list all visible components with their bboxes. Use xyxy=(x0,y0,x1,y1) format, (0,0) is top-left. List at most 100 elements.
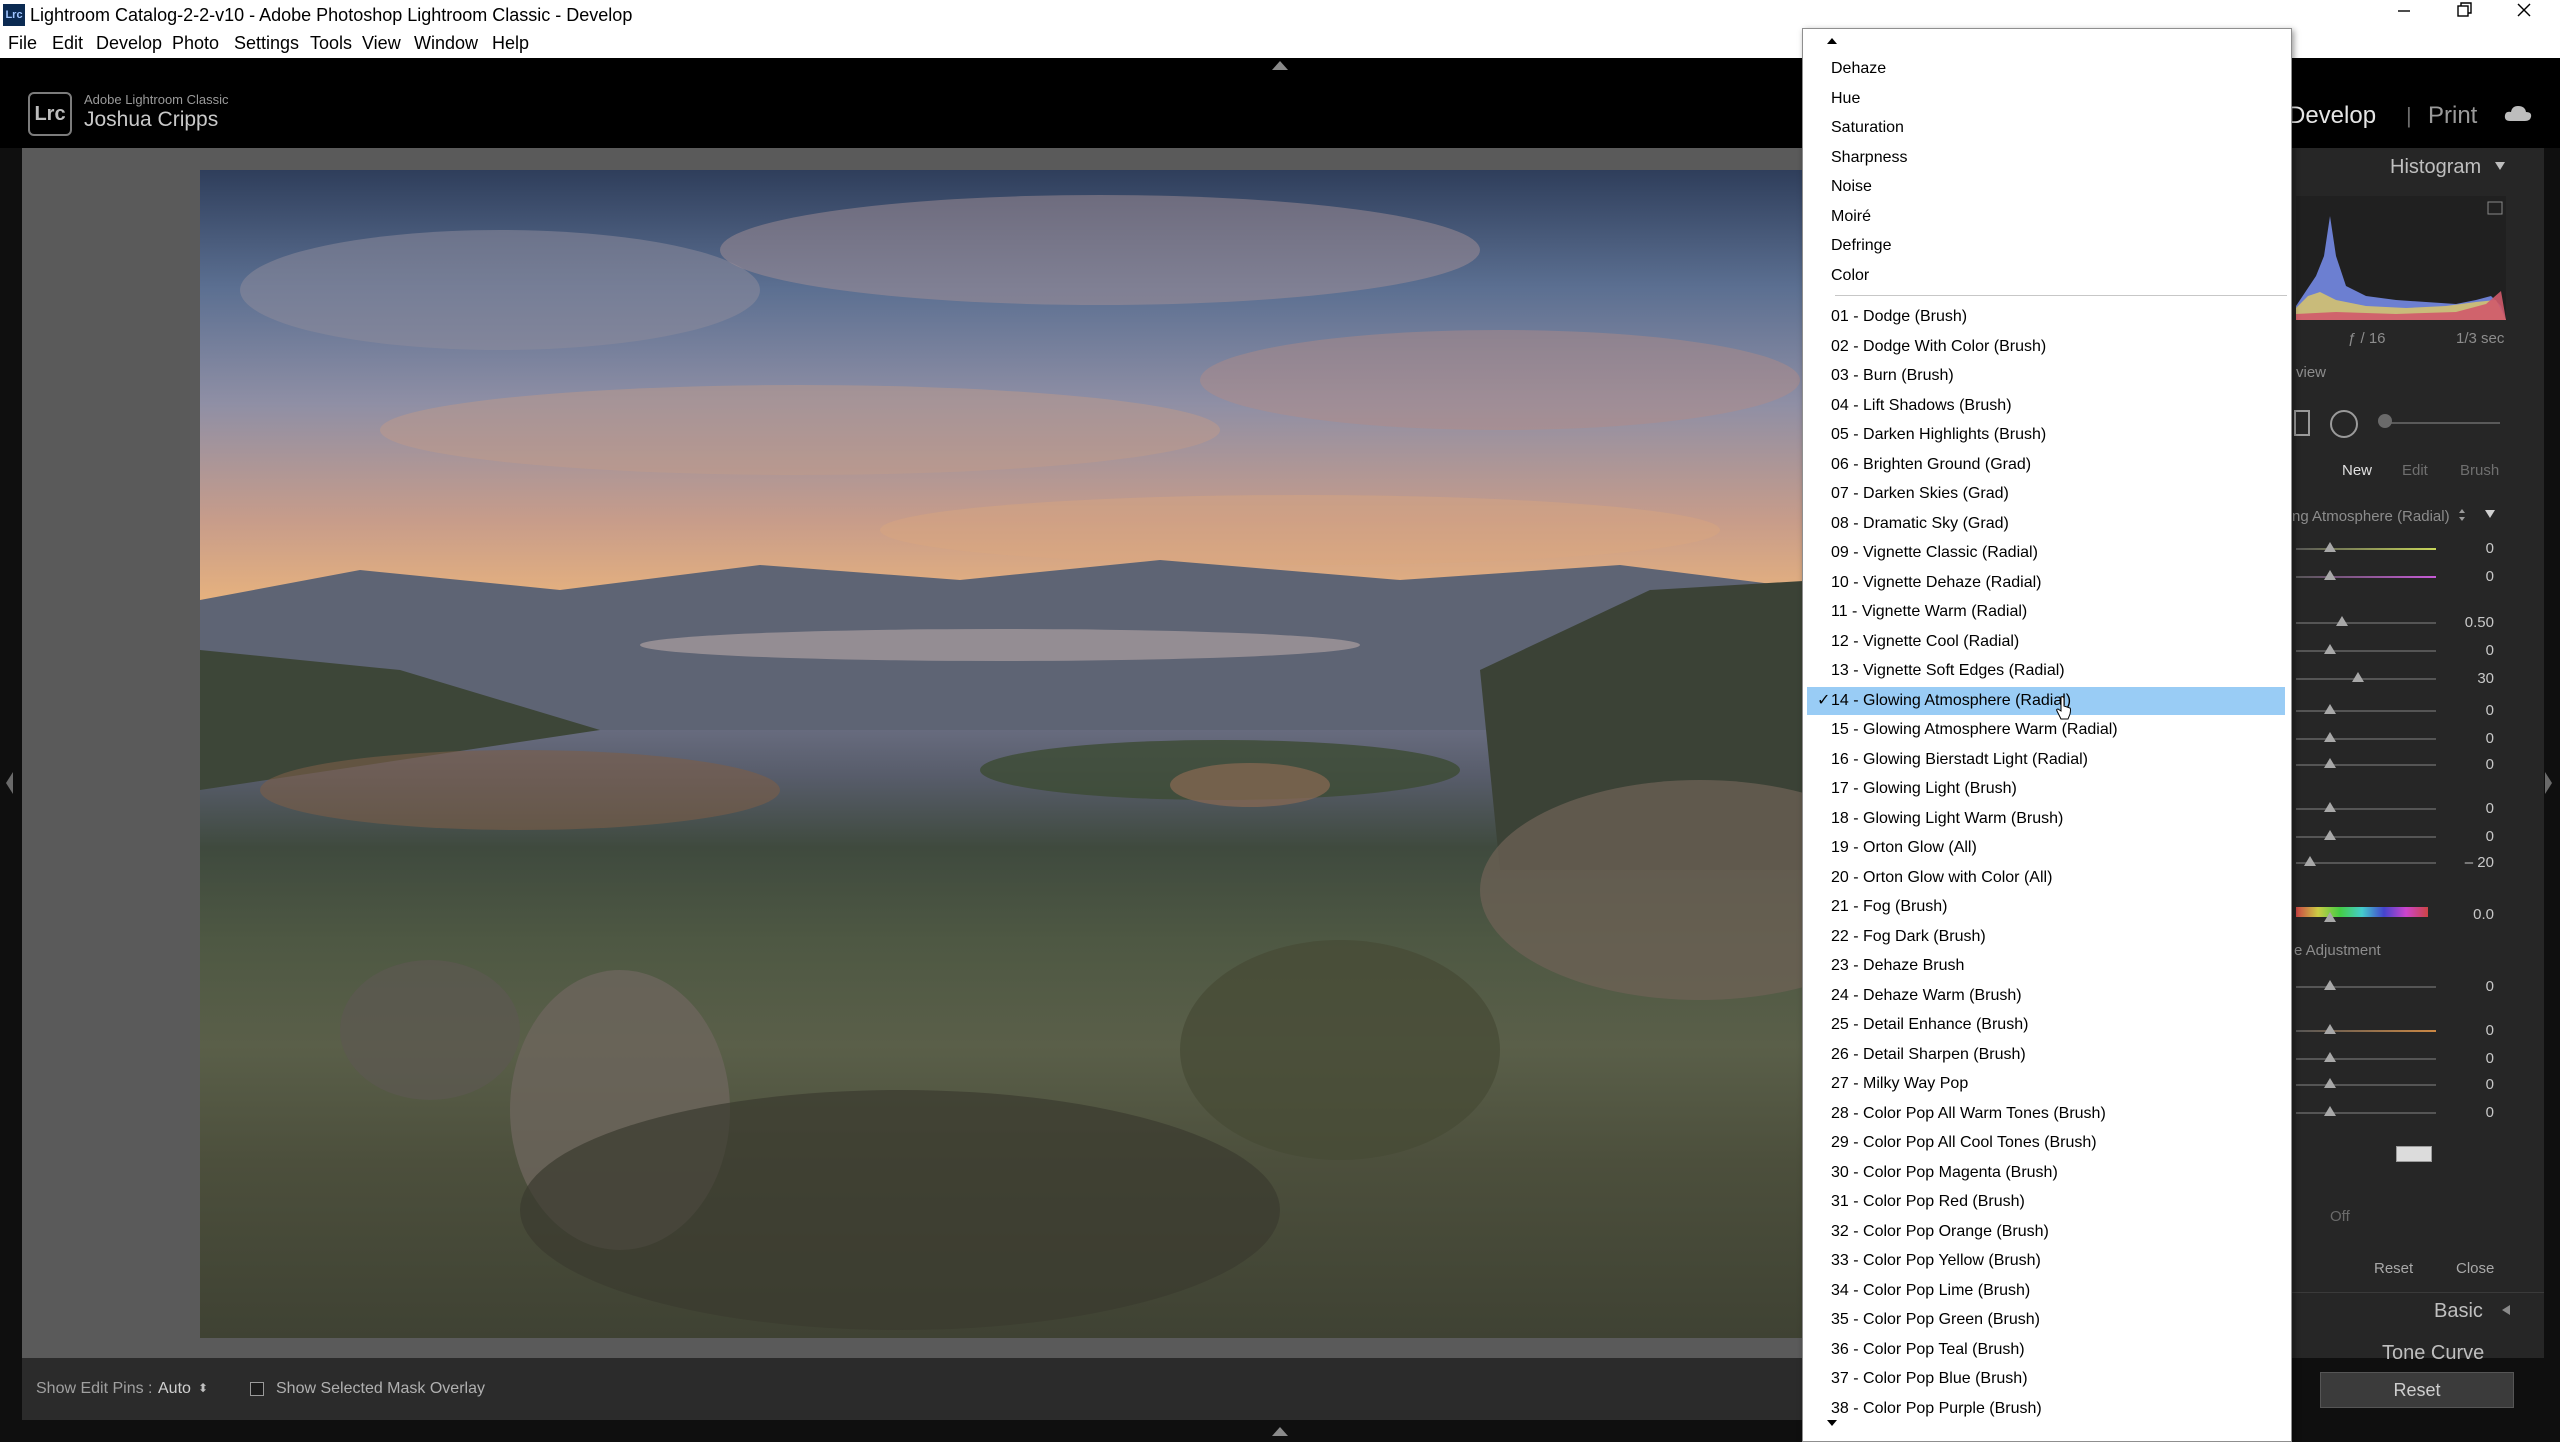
basic-expand-icon[interactable] xyxy=(2500,1304,2512,1316)
hue-slider-track[interactable] xyxy=(2296,907,2428,917)
effect-preset-fragment[interactable]: ng Atmosphere (Radial) xyxy=(2292,508,2450,525)
dropdown-preset-item[interactable]: 34 - Color Pop Lime (Brush) xyxy=(1807,1277,2285,1305)
histogram-title[interactable]: Histogram xyxy=(2390,156,2481,179)
slider-thumb[interactable] xyxy=(2324,1024,2336,1034)
radial-mask-icon[interactable] xyxy=(2330,410,2358,438)
histogram-collapse-icon[interactable] xyxy=(2494,160,2506,172)
slider-track-tint[interactable] xyxy=(2296,576,2436,578)
dropdown-preset-item[interactable]: 01 - Dodge (Brush) xyxy=(1807,303,2285,331)
dropdown-preset-item[interactable]: 12 - Vignette Cool (Radial) xyxy=(1807,628,2285,656)
reset-button[interactable]: Reset xyxy=(2320,1372,2514,1408)
dropdown-preset-item[interactable]: 21 - Fog (Brush) xyxy=(1807,893,2285,921)
tone-curve-panel-header[interactable]: Tone Curve xyxy=(2382,1342,2484,1365)
slider-track[interactable] xyxy=(2296,738,2436,740)
dropdown-preset-item[interactable]: 32 - Color Pop Orange (Brush) xyxy=(1807,1218,2285,1246)
mask-square-icon[interactable] xyxy=(2294,410,2310,436)
slider-track-temp[interactable] xyxy=(2296,548,2436,550)
slider-thumb[interactable] xyxy=(2324,802,2336,812)
dropdown-preset-item[interactable]: 03 - Burn (Brush) xyxy=(1807,362,2285,390)
dropdown-preset-item[interactable]: 30 - Color Pop Magenta (Brush) xyxy=(1807,1159,2285,1187)
dropdown-preset-item[interactable]: 02 - Dodge With Color (Brush) xyxy=(1807,333,2285,361)
dropdown-preset-item[interactable]: 15 - Glowing Atmosphere Warm (Radial) xyxy=(1807,716,2285,744)
module-print[interactable]: Print xyxy=(2428,102,2477,130)
slider-track[interactable] xyxy=(2296,862,2436,864)
slider-thumb[interactable] xyxy=(2324,704,2336,714)
minimize-icon[interactable] xyxy=(2374,0,2434,30)
dropdown-preset-item[interactable]: 09 - Vignette Classic (Radial) xyxy=(1807,539,2285,567)
dropdown-preset-item[interactable]: 26 - Detail Sharpen (Brush) xyxy=(1807,1041,2285,1069)
filmstrip-toggle-icon[interactable] xyxy=(1270,1424,1290,1438)
slider-track[interactable] xyxy=(2296,622,2436,624)
module-develop[interactable]: Develop xyxy=(2288,102,2376,130)
dropdown-preset-item[interactable]: 17 - Glowing Light (Brush) xyxy=(1807,775,2285,803)
dropdown-preset-item[interactable]: ✓ 14 - Glowing Atmosphere (Radial) xyxy=(1807,686,2285,715)
mask-close-button[interactable]: Close xyxy=(2456,1260,2494,1277)
dropdown-effect-item[interactable]: Hue xyxy=(1807,85,2285,113)
brush-size-track[interactable] xyxy=(2384,422,2500,424)
slider-thumb[interactable] xyxy=(2324,1106,2336,1116)
dropdown-effect-item[interactable]: Moiré xyxy=(1807,203,2285,231)
scroll-up-arrow-icon[interactable] xyxy=(1827,37,1837,45)
slider-track[interactable] xyxy=(2296,808,2436,810)
dropdown-preset-item[interactable]: 19 - Orton Glow (All) xyxy=(1807,834,2285,862)
slider-thumb[interactable] xyxy=(2336,616,2348,626)
dropdown-preset-item[interactable]: 05 - Darken Highlights (Brush) xyxy=(1807,421,2285,449)
effect-preset-dropdown[interactable]: Dehaze Hue Saturation Sharpness Noise Moiré De… xyxy=(1802,28,2292,1442)
dropdown-effect-item[interactable]: Defringe xyxy=(1807,232,2285,260)
slider-thumb[interactable] xyxy=(2352,672,2364,682)
dropdown-preset-item[interactable]: 06 - Brighten Ground (Grad) xyxy=(1807,451,2285,479)
dropdown-preset-item[interactable]: 22 - Fog Dark (Brush) xyxy=(1807,923,2285,951)
menu-window[interactable]: Window xyxy=(414,33,478,54)
mask-brush-tab[interactable]: Brush xyxy=(2460,462,2499,479)
close-icon[interactable] xyxy=(2494,0,2554,30)
dropdown-preset-item[interactable]: 18 - Glowing Light Warm (Brush) xyxy=(1807,805,2285,833)
dropdown-effect-item[interactable]: Saturation xyxy=(1807,114,2285,142)
dropdown-preset-item[interactable]: 27 - Milky Way Pop xyxy=(1807,1070,2285,1098)
dropdown-preset-item[interactable]: 31 - Color Pop Red (Brush) xyxy=(1807,1188,2285,1216)
edit-pins-updown-icon[interactable]: ⬍ xyxy=(198,1381,208,1395)
slider-track[interactable] xyxy=(2296,678,2436,680)
slider-track[interactable] xyxy=(2296,1084,2436,1086)
slider-track[interactable] xyxy=(2296,986,2436,988)
slider-track[interactable] xyxy=(2296,650,2436,652)
dropdown-preset-item[interactable]: 10 - Vignette Dehaze (Radial) xyxy=(1807,569,2285,597)
restore-icon[interactable] xyxy=(2434,0,2494,30)
dropdown-preset-item[interactable]: 24 - Dehaze Warm (Brush) xyxy=(1807,982,2285,1010)
show-mask-overlay-label[interactable]: Show Selected Mask Overlay xyxy=(276,1380,485,1398)
slider-thumb[interactable] xyxy=(2324,542,2336,552)
slider-track[interactable] xyxy=(2296,836,2436,838)
dropdown-preset-item[interactable]: 04 - Lift Shadows (Brush) xyxy=(1807,392,2285,420)
menu-edit[interactable]: Edit xyxy=(52,33,83,54)
slider-thumb[interactable] xyxy=(2324,1052,2336,1062)
brush-size-handle[interactable] xyxy=(2378,414,2392,428)
dropdown-preset-item[interactable]: 38 - Color Pop Purple (Brush) xyxy=(1807,1395,2285,1423)
dropdown-preset-item[interactable]: 35 - Color Pop Green (Brush) xyxy=(1807,1306,2285,1334)
mask-new-tab[interactable]: New xyxy=(2342,462,2372,479)
slider-thumb[interactable] xyxy=(2324,644,2336,654)
effect-collapse-icon[interactable] xyxy=(2484,508,2496,520)
slider-thumb[interactable] xyxy=(2324,980,2336,990)
slider-track[interactable] xyxy=(2296,764,2436,766)
menu-develop[interactable]: Develop xyxy=(96,33,162,54)
color-swatch-icon[interactable] xyxy=(2396,1146,2432,1162)
mask-edit-tab[interactable]: Edit xyxy=(2402,462,2428,479)
mask-reset-button[interactable]: Reset xyxy=(2374,1260,2413,1277)
dropdown-preset-item[interactable]: 36 - Color Pop Teal (Brush) xyxy=(1807,1336,2285,1364)
top-panel-toggle-icon[interactable] xyxy=(1270,58,1290,72)
dropdown-preset-item[interactable]: 20 - Orton Glow with Color (All) xyxy=(1807,864,2285,892)
basic-panel-header[interactable]: Basic xyxy=(2434,1300,2483,1323)
slider-track[interactable] xyxy=(2296,1058,2436,1060)
landscape-photo[interactable] xyxy=(200,170,1820,1338)
dropdown-preset-item[interactable]: 25 - Detail Enhance (Brush) xyxy=(1807,1011,2285,1039)
dropdown-preset-item[interactable]: 13 - Vignette Soft Edges (Radial) xyxy=(1807,657,2285,685)
dropdown-preset-item[interactable]: 07 - Darken Skies (Grad) xyxy=(1807,480,2285,508)
menu-tools[interactable]: Tools xyxy=(310,33,352,54)
slider-thumb[interactable] xyxy=(2324,732,2336,742)
slider-thumb[interactable] xyxy=(2304,856,2316,866)
scroll-down-arrow-icon[interactable] xyxy=(1827,1419,1837,1427)
slider-track[interactable] xyxy=(2296,710,2436,712)
slider-thumb[interactable] xyxy=(2324,912,2336,922)
slider-track[interactable] xyxy=(2296,1030,2436,1032)
dropdown-effect-item[interactable]: Dehaze xyxy=(1807,55,2285,83)
slider-thumb[interactable] xyxy=(2324,570,2336,580)
